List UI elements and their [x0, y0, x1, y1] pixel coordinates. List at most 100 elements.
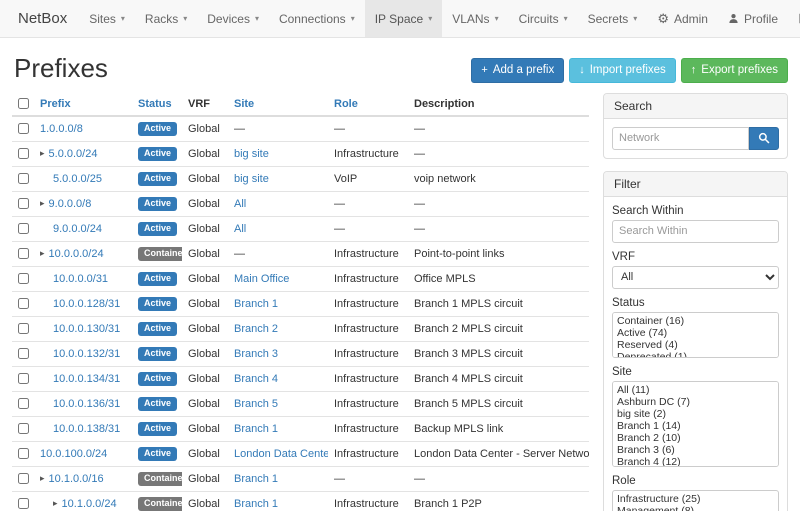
prefix-link[interactable]: 9.0.0.0/8 [49, 198, 92, 210]
option-management-8[interactable]: Management (8) [613, 505, 778, 511]
nav-item-secrets[interactable]: Secrets▾ [578, 0, 648, 37]
site-link[interactable]: Branch 2 [234, 323, 278, 335]
search-button[interactable] [749, 127, 779, 150]
column-header-prefix[interactable]: Prefix [34, 93, 132, 116]
option-ashburn-dc-7[interactable]: Ashburn DC (7) [613, 396, 778, 408]
nav-item-logout[interactable]: Log out [788, 0, 800, 37]
prefix-link[interactable]: 10.0.0.0/31 [53, 273, 108, 285]
row-checkbox[interactable] [18, 273, 29, 284]
prefix-link[interactable]: 10.0.0.128/31 [53, 298, 120, 310]
status-badge: Active [138, 372, 177, 386]
nav-item-ip-space[interactable]: IP Space▾ [365, 0, 443, 37]
option-all-11[interactable]: All (11) [613, 384, 778, 396]
prefix-link[interactable]: 10.0.0.130/31 [53, 323, 120, 335]
table-row: 9.0.0.0/24ActiveGlobalAll—— [12, 216, 589, 241]
option-branch-2-10[interactable]: Branch 2 (10) [613, 432, 778, 444]
add-prefix-button[interactable]: + Add a prefix [471, 58, 564, 83]
option-reserved-4[interactable]: Reserved (4) [613, 339, 778, 351]
app-logo[interactable]: NetBox [6, 0, 79, 37]
column-header-site[interactable]: Site [228, 93, 328, 116]
row-checkbox[interactable] [18, 198, 29, 209]
prefix-link[interactable]: 9.0.0.0/24 [53, 223, 102, 235]
site-link[interactable]: Main Office [234, 273, 289, 285]
option-branch-1-14[interactable]: Branch 1 (14) [613, 420, 778, 432]
column-header-role[interactable]: Role [328, 93, 408, 116]
site-link[interactable]: Branch 1 [234, 473, 278, 485]
site-link[interactable]: big site [234, 173, 269, 185]
site-link[interactable]: Branch 1 [234, 498, 278, 510]
site-link[interactable]: London Data Center [234, 448, 328, 460]
import-prefixes-button[interactable]: ↓ Import prefixes [569, 58, 676, 83]
status-badge: Active [138, 197, 177, 211]
column-header-status[interactable]: Status [132, 93, 182, 116]
export-prefixes-button[interactable]: ↑ Export prefixes [681, 58, 788, 83]
nav-item-admin[interactable]: ⚙ Admin [647, 0, 718, 37]
nav-item-devices[interactable]: Devices▾ [197, 0, 269, 37]
option-container-16[interactable]: Container (16) [613, 315, 778, 327]
filter-panel-title: Filter [604, 172, 787, 197]
vrf-select[interactable]: All [612, 266, 779, 289]
prefix-link[interactable]: 10.0.0.138/31 [53, 423, 120, 435]
row-checkbox[interactable] [18, 348, 29, 359]
row-checkbox[interactable] [18, 173, 29, 184]
row-checkbox[interactable] [18, 123, 29, 134]
nav-item-label: Connections [279, 12, 346, 26]
prefix-link[interactable]: 5.0.0.0/24 [49, 148, 98, 160]
site-listbox[interactable]: All (11)Ashburn DC (7)big site (2)Branch… [612, 381, 779, 467]
search-within-input[interactable] [612, 220, 779, 243]
nav-item-profile[interactable]: Profile [718, 0, 788, 37]
site-link[interactable]: Branch 4 [234, 373, 278, 385]
nav-item-sites[interactable]: Sites▾ [79, 0, 135, 37]
nav-item-connections[interactable]: Connections▾ [269, 0, 365, 37]
row-checkbox[interactable] [18, 373, 29, 384]
site-link[interactable]: All [234, 223, 246, 235]
row-checkbox[interactable] [18, 248, 29, 259]
nav-item-vlans[interactable]: VLANs▾ [442, 0, 508, 37]
site-link[interactable]: Branch 1 [234, 298, 278, 310]
prefix-link[interactable]: 5.0.0.0/25 [53, 173, 102, 185]
search-input[interactable] [612, 127, 749, 150]
row-checkbox[interactable] [18, 398, 29, 409]
site-link[interactable]: Branch 5 [234, 398, 278, 410]
prefix-link[interactable]: 10.0.0.132/31 [53, 348, 120, 360]
option-infrastructure-25[interactable]: Infrastructure (25) [613, 493, 778, 505]
prefix-link[interactable]: 10.1.0.0/24 [62, 498, 117, 510]
table-row: ▸10.1.0.0/24ContainerGlobalBranch 1Infra… [12, 491, 589, 511]
prefix-link[interactable]: 1.0.0.0/8 [40, 123, 83, 135]
row-checkbox[interactable] [18, 148, 29, 159]
option-branch-4-12[interactable]: Branch 4 (12) [613, 456, 778, 467]
site-link[interactable]: Branch 3 [234, 348, 278, 360]
option-deprecated-1[interactable]: Deprecated (1) [613, 351, 778, 358]
prefix-link[interactable]: 10.0.0.0/24 [49, 248, 104, 260]
status-listbox[interactable]: Container (16)Active (74)Reserved (4)Dep… [612, 312, 779, 358]
role-value: Infrastructure [334, 373, 399, 385]
search-panel-title: Search [604, 94, 787, 119]
option-big-site-2[interactable]: big site (2) [613, 408, 778, 420]
option-branch-3-6[interactable]: Branch 3 (6) [613, 444, 778, 456]
description-empty: — [414, 473, 425, 485]
nav-item-circuits[interactable]: Circuits▾ [509, 0, 578, 37]
status-badge: Active [138, 272, 177, 286]
nav-item-racks[interactable]: Racks▾ [135, 0, 197, 37]
table-row: 10.0.0.134/31ActiveGlobalBranch 4Infrast… [12, 366, 589, 391]
prefix-link[interactable]: 10.1.0.0/16 [49, 473, 104, 485]
prefix-link[interactable]: 10.0.0.136/31 [53, 398, 120, 410]
site-link[interactable]: All [234, 198, 246, 210]
row-checkbox[interactable] [18, 223, 29, 234]
row-checkbox[interactable] [18, 323, 29, 334]
role-listbox[interactable]: Infrastructure (25)Management (8)Private… [612, 490, 779, 511]
row-checkbox[interactable] [18, 448, 29, 459]
row-checkbox[interactable] [18, 423, 29, 434]
description-value: Branch 2 MPLS circuit [414, 323, 523, 335]
row-checkbox[interactable] [18, 473, 29, 484]
site-link[interactable]: Branch 1 [234, 423, 278, 435]
option-active-74[interactable]: Active (74) [613, 327, 778, 339]
prefix-link[interactable]: 10.0.100.0/24 [40, 448, 107, 460]
select-all-checkbox[interactable] [18, 98, 29, 109]
description-empty: — [414, 223, 425, 235]
row-checkbox[interactable] [18, 298, 29, 309]
status-badge: Active [138, 422, 177, 436]
site-link[interactable]: big site [234, 148, 269, 160]
prefix-link[interactable]: 10.0.0.134/31 [53, 373, 120, 385]
row-checkbox[interactable] [18, 498, 29, 509]
